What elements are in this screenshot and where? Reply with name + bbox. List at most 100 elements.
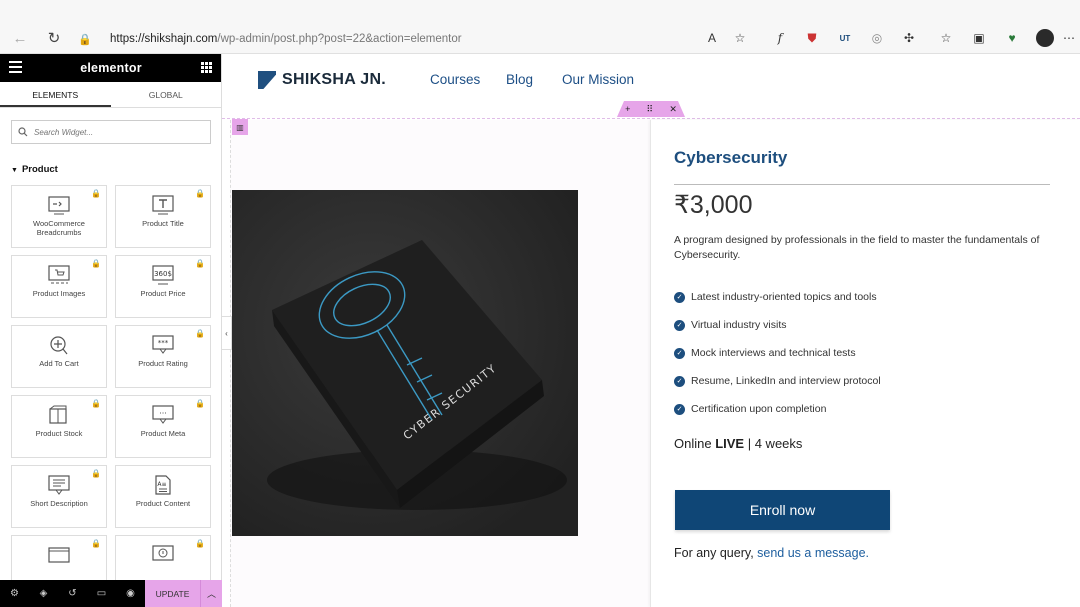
preview-eye-icon[interactable]: ◉ (116, 588, 145, 599)
widget-icon (48, 547, 70, 563)
lock-icon: 🔒 (195, 399, 205, 408)
stock-icon (49, 405, 67, 424)
lock-icon: 🔒 (195, 329, 205, 338)
history-icon[interactable]: ↺ (58, 588, 87, 599)
short-description-icon (48, 475, 70, 495)
delete-section-icon[interactable]: ✕ (669, 104, 677, 115)
collapse-panel-icon[interactable]: ‹ (222, 316, 232, 350)
puzzle-extensions-icon[interactable]: ✣ (900, 29, 918, 47)
site-logo[interactable]: SHIKSHA JN. (258, 71, 386, 89)
svg-text:A≡: A≡ (157, 481, 166, 488)
tab-elements[interactable]: ELEMENTS (0, 82, 111, 107)
collections-icon[interactable]: ▣ (970, 29, 988, 47)
divider (674, 184, 1050, 185)
feature-list: ✓ Latest industry-oriented topics and too… (674, 283, 1054, 423)
back-icon[interactable]: ← (10, 28, 30, 48)
images-icon (48, 265, 70, 284)
caret-down-icon: ▼ (11, 167, 18, 174)
query-text: For any query, send us a message. (674, 546, 870, 560)
widget-search-box (11, 120, 211, 144)
list-item: ✓ Latest industry-oriented topics and too… (674, 283, 1054, 311)
widget-label: Product Price (140, 289, 186, 298)
compass-extension-icon[interactable]: ◎ (868, 29, 886, 47)
product-price: ₹3,000 (674, 191, 753, 219)
drag-section-icon[interactable]: ⠿ (647, 104, 654, 115)
favorite-star-icon[interactable]: ☆ (731, 29, 749, 47)
browser-toolbar: ← ↻ 🔒 https://shikshajn.com/wp-admin/pos… (0, 0, 1080, 54)
rating-icon: *** (152, 335, 174, 354)
check-circle-icon: ✓ (674, 319, 685, 331)
update-button[interactable]: UPDATE (145, 580, 200, 607)
add-section-icon[interactable]: + (625, 104, 630, 114)
chevron-up-icon[interactable]: ︿ (200, 580, 222, 607)
address-bar[interactable]: 🔒 https://shikshajn.com/wp-admin/post.ph… (74, 26, 694, 52)
elementor-brand: elementor (80, 61, 142, 75)
list-item: ✓ Mock interviews and technical tests (674, 339, 1054, 367)
widget-product-stock[interactable]: 🔒 Product Stock (11, 395, 107, 458)
panel-header: elementor (0, 54, 221, 82)
widget-label: Product Images (32, 289, 86, 298)
logo-text: SHIKSHA JN. (282, 71, 387, 88)
widget-label: Product Rating (138, 359, 188, 368)
widget-short-description[interactable]: 🔒 Short Description (11, 465, 107, 528)
breadcrumbs-icon (48, 196, 70, 215)
widget-label: Product Meta (140, 429, 186, 438)
column-handle-icon[interactable]: ▥ (232, 119, 248, 135)
list-item: ✓ Resume, LinkedIn and interview protocol (674, 367, 1054, 395)
category-product[interactable]: ▼ Product (11, 164, 58, 175)
lock-icon: 🔒 (91, 399, 101, 408)
avatar[interactable] (1036, 29, 1054, 47)
svg-text:360$: 360$ (154, 270, 172, 278)
tab-global[interactable]: GLOBAL (111, 82, 222, 107)
responsive-mode-icon[interactable]: ▭ (87, 588, 116, 599)
navigator-layers-icon[interactable]: ◈ (29, 588, 58, 599)
widget-product-price[interactable]: 🔒 360$ Product Price (115, 255, 211, 318)
logo-mark-icon (258, 71, 276, 89)
search-icon (18, 127, 28, 137)
widget-label: Product Title (142, 219, 184, 228)
lock-icon: 🔒 (195, 189, 205, 198)
preview-canvas: SHIKSHA JN. Courses Blog Our Mission + ⠿… (222, 54, 1080, 607)
title-icon (152, 195, 174, 215)
meta-icon: ··· (152, 405, 174, 424)
widget-grid: 🔒 WooCommerce Breadcrumbs 🔒 Product Titl… (11, 185, 211, 598)
widget-woocommerce-breadcrumbs[interactable]: 🔒 WooCommerce Breadcrumbs (11, 185, 107, 248)
widget-label: WooCommerce Breadcrumbs (33, 219, 85, 237)
nav-courses[interactable]: Courses (430, 72, 480, 87)
nav-our-mission[interactable]: Our Mission (562, 72, 634, 87)
list-item: ✓ Virtual industry visits (674, 311, 1054, 339)
product-summary: Cybersecurity ₹3,000 A program designed … (650, 120, 1080, 607)
widget-product-meta[interactable]: 🔒 ··· Product Meta (115, 395, 211, 458)
settings-gear-icon[interactable]: ⚙ (0, 588, 29, 599)
svg-text:···: ··· (159, 409, 167, 418)
price-icon: 360$ (152, 265, 174, 285)
widget-product-title[interactable]: 🔒 Product Title (115, 185, 211, 248)
search-input[interactable] (34, 127, 204, 137)
widget-product-images[interactable]: 🔒 Product Images (11, 255, 107, 318)
check-circle-icon: ✓ (674, 375, 685, 387)
delivery-mode: Online LIVE | 4 weeks (674, 436, 803, 451)
formula-extension-icon[interactable]: f (771, 29, 789, 47)
read-aloud-icon[interactable]: A (703, 29, 721, 47)
lock-icon: 🔒 (195, 539, 205, 548)
refresh-icon[interactable]: ↻ (44, 28, 64, 48)
more-menu-icon[interactable]: ⋯ (1060, 29, 1078, 47)
widget-label: Product Stock (35, 429, 83, 438)
widget-product-rating[interactable]: 🔒 *** Product Rating (115, 325, 211, 388)
content-icon: A≡ (155, 475, 171, 495)
widget-product-content[interactable]: A≡ Product Content (115, 465, 211, 528)
shield-extension-icon[interactable]: ⛊ (803, 29, 821, 47)
section-handles: + ⠿ ✕ (617, 101, 685, 117)
widgets-grid-icon[interactable] (201, 62, 212, 73)
widget-icon (152, 545, 174, 561)
nav-blog[interactable]: Blog (506, 72, 533, 87)
ut-extension-icon[interactable]: UT (836, 29, 854, 47)
enroll-now-button[interactable]: Enroll now (675, 490, 890, 530)
vpn-heart-icon[interactable]: ♥ (1003, 29, 1021, 47)
svg-text:***: *** (158, 339, 169, 347)
product-title: Cybersecurity (674, 148, 788, 167)
send-message-link[interactable]: send us a message. (757, 546, 869, 560)
widget-add-to-cart[interactable]: Add To Cart (11, 325, 107, 388)
favorites-list-icon[interactable]: ☆ (937, 29, 955, 47)
cyber-security-box-illustration: CYBER SECURITY (232, 190, 578, 536)
